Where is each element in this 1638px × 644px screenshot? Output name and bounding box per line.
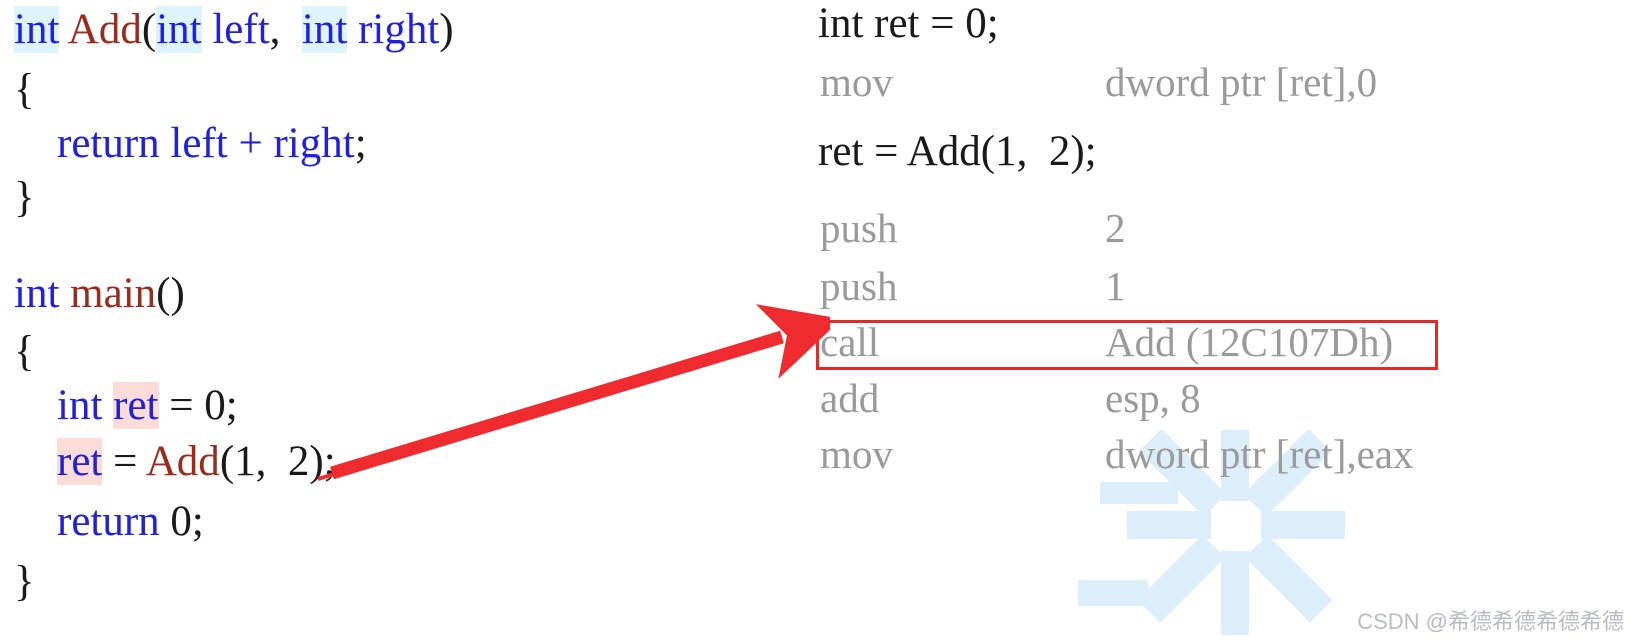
code-token: , xyxy=(255,438,288,485)
disasm-source-line: ret = Add(1, 2); xyxy=(818,128,1097,175)
call-instruction-highlight-box xyxy=(816,320,1438,370)
code-token: () xyxy=(156,270,185,317)
code-token: = xyxy=(158,382,205,429)
code-token: ( xyxy=(219,438,235,485)
code-token: ) xyxy=(439,6,454,53)
code-token: ; xyxy=(191,498,204,545)
disasm-mnemonic: add xyxy=(820,375,880,421)
code-token: Add xyxy=(67,6,142,53)
code-token: 2 xyxy=(287,438,310,485)
disasm-mnemonic: mov xyxy=(820,59,893,105)
code-token: int xyxy=(301,6,348,53)
source-line-main-call-add: ret = Add(1, 2); xyxy=(14,438,336,485)
code-token: 1 xyxy=(234,438,256,485)
code-token: return xyxy=(57,498,160,545)
source-line-main-close-brace: } xyxy=(14,560,35,603)
csdn-credit: CSDN @希德希德希德希德 xyxy=(1357,609,1624,634)
source-line-main-signature: int main() xyxy=(14,272,185,315)
code-token: left xyxy=(201,6,270,53)
source-line-add-signature: int Add(int left, int right) xyxy=(14,6,454,53)
code-token: main xyxy=(70,270,157,317)
code-token: ( xyxy=(141,6,157,53)
code-token: } xyxy=(14,558,35,605)
code-token: } xyxy=(14,174,35,221)
code-token: int xyxy=(14,6,60,53)
code-token: ); xyxy=(309,438,336,485)
code-token: 0 xyxy=(204,382,226,429)
source-line-main-open-brace: { xyxy=(14,330,35,373)
code-token: , xyxy=(269,6,281,53)
disasm-mnemonic: push xyxy=(820,205,898,251)
disasm-operands: esp, 8 xyxy=(1105,375,1201,421)
code-token: ; xyxy=(225,382,238,429)
code-token: 0 xyxy=(170,498,192,545)
disasm-mnemonic: push xyxy=(820,263,898,309)
code-token: int xyxy=(14,270,60,317)
disasm-operands: dword ptr [ret],0 xyxy=(1105,59,1378,105)
code-token: = xyxy=(102,438,146,485)
code-token: { xyxy=(14,328,35,375)
disasm-mnemonic: mov xyxy=(820,431,893,477)
code-token: return left + right xyxy=(57,120,355,167)
disasm-operands: 1 xyxy=(1105,263,1126,309)
code-token: Add xyxy=(145,438,220,485)
source-line-add-close-brace: } xyxy=(14,176,35,219)
source-code-panel: int Add(int left, int right){ return lef… xyxy=(0,0,790,644)
code-token: ret xyxy=(57,438,103,485)
source-line-main-decl-ret: int ret = 0; xyxy=(14,382,238,429)
code-token: ret xyxy=(113,382,159,429)
code-token: int xyxy=(156,6,202,53)
disasm-operands: 2 xyxy=(1105,205,1126,251)
source-line-main-return: return 0; xyxy=(14,500,204,543)
source-line-add-return: return left + right; xyxy=(14,122,367,165)
code-token: ; xyxy=(354,120,367,167)
source-line-add-open-brace: { xyxy=(14,68,35,111)
disasm-operands: dword ptr [ret],eax xyxy=(1105,431,1414,477)
code-token: right xyxy=(347,6,440,53)
code-token: { xyxy=(14,66,35,113)
disasm-source-line: int ret = 0; xyxy=(818,0,999,47)
code-token: int xyxy=(57,382,103,429)
